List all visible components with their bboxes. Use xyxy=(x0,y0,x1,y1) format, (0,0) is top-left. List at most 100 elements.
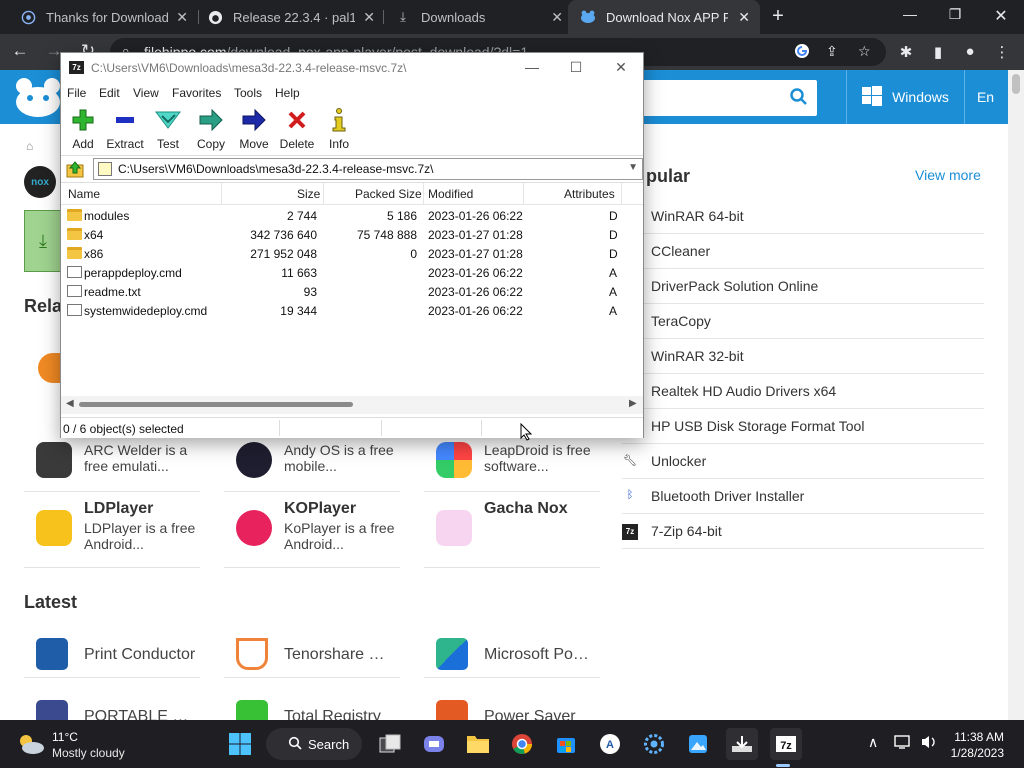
delete-button[interactable]: Delete xyxy=(275,107,319,151)
table-row[interactable]: x86 271 952 048 0 2023-01-27 01:28 D xyxy=(61,244,643,263)
table-row[interactable]: perappdeploy.cmd 11 663 2023-01-26 06:22… xyxy=(61,263,643,282)
minimize-icon[interactable]: — xyxy=(517,59,547,75)
taskbar-search[interactable]: Search xyxy=(266,728,362,760)
popular-item[interactable]: WinRAR 64-bit xyxy=(622,199,984,234)
column-divider[interactable] xyxy=(221,183,222,205)
path-combobox[interactable]: C:\Users\VM6\Downloads\mesa3d-22.3.4-rel… xyxy=(93,158,643,180)
table-row[interactable]: readme.txt 93 2023-01-26 06:22 A xyxy=(61,282,643,301)
file-list[interactable]: Name Size Packed Size Modified Attribute… xyxy=(61,182,643,414)
menu-kebab-icon[interactable]: ⋮ xyxy=(992,43,1012,61)
menu-file[interactable]: File xyxy=(67,86,86,100)
related-app-card[interactable]: LDPlayer LDPlayer is a free Android... xyxy=(24,500,200,568)
add-button[interactable]: Add xyxy=(61,107,105,151)
menu-favorites[interactable]: Favorites xyxy=(172,86,221,100)
column-attributes[interactable]: Attributes xyxy=(564,187,615,201)
popular-item[interactable]: ᛒ Bluetooth Driver Installer xyxy=(622,479,984,514)
filehippo-logo[interactable] xyxy=(12,76,64,118)
popular-item[interactable]: 7z 7-Zip 64-bit xyxy=(622,514,984,549)
latest-app-item[interactable]: Tenorshare ReiBoot xyxy=(224,632,400,678)
menu-help[interactable]: Help xyxy=(275,86,300,100)
windows-os-button[interactable]: Windows xyxy=(846,70,964,124)
close-window-icon[interactable]: ✕ xyxy=(986,6,1016,26)
related-app-card[interactable]: Andy OS is a free mobile... xyxy=(224,436,400,492)
close-tab-icon[interactable]: ✕ xyxy=(738,9,750,26)
close-tab-icon[interactable]: ✕ xyxy=(551,9,563,26)
column-size[interactable]: Size xyxy=(297,187,320,201)
related-app-card[interactable]: LeapDroid is free software... xyxy=(424,436,600,492)
table-row[interactable]: systemwidedeploy.cmd 19 344 2023-01-26 0… xyxy=(61,301,643,320)
share-icon[interactable]: ⇪ xyxy=(826,43,838,60)
menu-edit[interactable]: Edit xyxy=(99,86,120,100)
file-explorer-icon[interactable] xyxy=(462,728,494,760)
task-view-icon[interactable] xyxy=(374,728,406,760)
scroll-right-icon[interactable]: ▶ xyxy=(629,398,637,409)
minimize-icon[interactable]: — xyxy=(895,6,925,22)
popular-item[interactable]: WinRAR 32-bit xyxy=(622,339,984,374)
folder-up-icon[interactable] xyxy=(65,160,85,178)
settings-gear-icon[interactable] xyxy=(638,728,670,760)
back-icon[interactable]: ← xyxy=(8,41,32,61)
language-button[interactable]: En xyxy=(964,70,1006,124)
photos-icon[interactable] xyxy=(682,728,714,760)
popular-item[interactable]: DriverPack Solution Online xyxy=(622,269,984,304)
search-icon[interactable] xyxy=(789,87,809,107)
restore-icon[interactable]: ❐ xyxy=(940,6,970,23)
tab-downloads[interactable]: ⤓ Downloads ✕ xyxy=(383,0,573,34)
latest-app-item[interactable]: PORTABLE Driver xyxy=(24,694,200,720)
side-panel-icon[interactable]: ▮ xyxy=(928,43,948,61)
move-button[interactable]: Move xyxy=(232,107,276,151)
latest-app-item[interactable]: Microsoft PowerToys xyxy=(424,632,600,678)
tab-release[interactable]: Release 22.3.4 · pal1000 ✕ xyxy=(195,0,385,34)
system-clock[interactable]: 11:38 AM 1/28/2023 xyxy=(940,729,1004,761)
popular-item[interactable]: TeraCopy xyxy=(622,304,984,339)
info-button[interactable]: Info xyxy=(317,107,361,151)
scroll-left-icon[interactable]: ◀ xyxy=(66,398,74,409)
download-button-partial[interactable]: ⤓ xyxy=(24,210,62,272)
column-packed-size[interactable]: Packed Size xyxy=(355,187,422,201)
test-button[interactable]: Test xyxy=(146,107,190,151)
profile-icon[interactable]: ● xyxy=(960,43,980,60)
cloudy-weather-icon[interactable] xyxy=(16,732,46,756)
microsoft-store-icon[interactable] xyxy=(550,728,582,760)
chrome-icon[interactable] xyxy=(506,728,538,760)
related-app-card[interactable]: ARC Welder is a free emulati... xyxy=(24,436,200,492)
start-windows-icon[interactable] xyxy=(224,728,256,760)
home-icon[interactable]: ⌂ xyxy=(26,139,33,153)
bookmark-star-icon[interactable]: ☆ xyxy=(858,43,871,60)
tab-download-nox[interactable]: Download Nox APP Player ✕ xyxy=(568,0,760,34)
close-tab-icon[interactable]: ✕ xyxy=(176,9,188,26)
latest-app-item[interactable]: Power Saver xyxy=(424,694,600,720)
table-row[interactable]: modules 2 744 5 186 2023-01-26 06:22 D xyxy=(61,206,643,225)
maximize-icon[interactable]: ☐ xyxy=(561,59,591,76)
site-search-input[interactable] xyxy=(640,80,817,116)
menu-view[interactable]: View xyxy=(133,86,159,100)
copy-button[interactable]: Copy xyxy=(189,107,233,151)
weather-description[interactable]: Mostly cloudy xyxy=(52,746,125,760)
show-hidden-icons-chevron-icon[interactable]: ∧ xyxy=(868,734,878,751)
popular-item[interactable]: Realtek HD Audio Drivers x64 xyxy=(622,374,984,409)
column-divider[interactable] xyxy=(523,183,524,205)
popular-item[interactable]: CCleaner xyxy=(622,234,984,269)
window-title-bar[interactable]: 7z C:\Users\VM6\Downloads\mesa3d-22.3.4-… xyxy=(61,53,643,83)
column-divider[interactable] xyxy=(323,183,324,205)
close-window-icon[interactable]: ✕ xyxy=(606,59,636,76)
network-icon[interactable] xyxy=(894,734,912,753)
menu-tools[interactable]: Tools xyxy=(234,86,262,100)
popular-item[interactable]: HP USB Disk Storage Format Tool xyxy=(622,409,984,444)
close-tab-icon[interactable]: ✕ xyxy=(363,9,375,26)
column-divider[interactable] xyxy=(423,183,424,205)
horizontal-scrollbar[interactable]: ◀ ▶ xyxy=(61,396,643,414)
scrollbar-thumb[interactable] xyxy=(1012,74,1020,94)
weather-temperature[interactable]: 11°C xyxy=(52,730,78,744)
teams-chat-icon[interactable] xyxy=(418,728,450,760)
popular-item[interactable]: 🔧︎ Unlocker xyxy=(622,444,984,479)
google-lens-icon[interactable] xyxy=(794,43,810,62)
view-more-link[interactable]: View more xyxy=(915,167,981,183)
chevron-down-icon[interactable]: ▼ xyxy=(628,162,638,173)
page-scrollbar[interactable] xyxy=(1008,70,1024,720)
latest-app-item[interactable]: Print Conductor xyxy=(24,632,200,678)
scrollbar-thumb[interactable] xyxy=(79,402,353,407)
related-app-card[interactable]: KOPlayer KoPlayer is a free Android... xyxy=(224,500,400,568)
app-a-icon[interactable]: A xyxy=(594,728,626,760)
tab-thanks-for-downloading[interactable]: Thanks for Downloading ✕ xyxy=(8,0,198,34)
